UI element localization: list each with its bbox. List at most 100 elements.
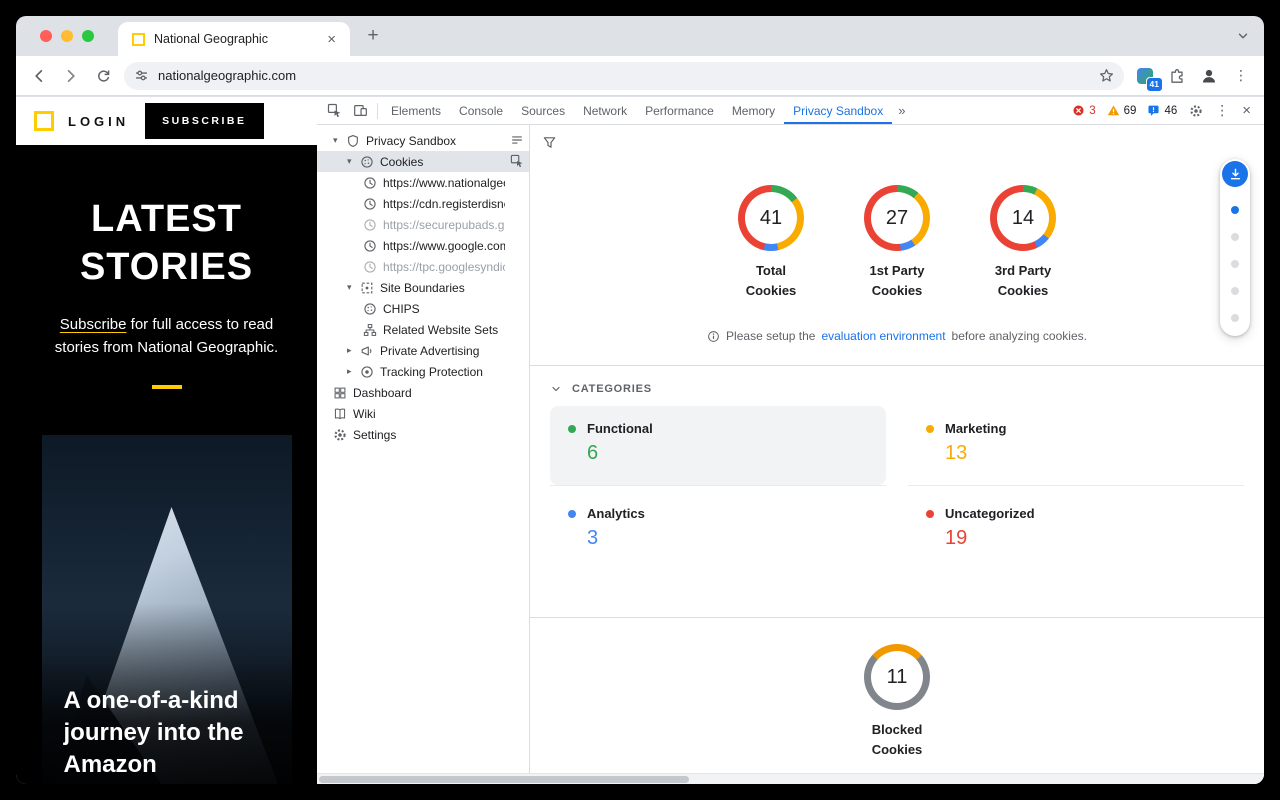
warning-icon (1107, 104, 1120, 117)
inspect-element-icon[interactable] (321, 98, 347, 124)
tree-item-url[interactable]: https://cdn.registerdisne (317, 193, 529, 214)
story-card-image[interactable]: A one-of-a-kind journey into the Amazon (42, 435, 292, 784)
scroll-dot[interactable] (1231, 314, 1239, 322)
toolbar-separator (377, 103, 378, 119)
tree-item-related-website-sets[interactable]: Related Website Sets (317, 319, 529, 340)
browser-menu-icon[interactable]: ⋮ (1226, 61, 1256, 91)
subscribe-link[interactable]: Subscribe (60, 316, 127, 333)
devtools-menu-icon[interactable]: ⋮ (1210, 102, 1234, 119)
tab-elements[interactable]: Elements (382, 97, 450, 124)
tab-close-icon[interactable]: × (321, 31, 342, 48)
issues-badge[interactable]: 46 (1142, 104, 1182, 117)
functional-bullet-icon (568, 425, 576, 433)
category-card-uncategorized[interactable]: Uncategorized 19 (908, 491, 1244, 570)
address-bar[interactable]: nationalgeographic.com (124, 62, 1124, 90)
scroll-dot[interactable] (1231, 233, 1239, 241)
blocked-cookies-chart: 11 Blocked Cookies (851, 644, 943, 760)
filter-funnel-icon[interactable] (542, 135, 557, 150)
evaluation-environment-link[interactable]: evaluation environment (821, 329, 945, 343)
tree-item-tracking-protection[interactable]: ▸ Tracking Protection (317, 361, 529, 382)
extensions-puzzle-icon[interactable] (1162, 61, 1192, 91)
tree-item-url[interactable]: https://www.google.com (317, 235, 529, 256)
donut-label: 3rd Party Cookies (995, 261, 1051, 301)
chevron-down-icon[interactable]: ▾ (347, 282, 360, 293)
category-card-analytics[interactable]: Analytics 3 (550, 491, 886, 570)
category-card-marketing[interactable]: Marketing 13 (908, 406, 1244, 485)
privacy-sandbox-extension-button[interactable]: 41 (1130, 61, 1160, 91)
category-cell: Analytics 3 (550, 491, 886, 571)
categories-section-header[interactable]: CATEGORIES (530, 366, 1264, 402)
tab-memory[interactable]: Memory (723, 97, 784, 124)
zoom-window-button[interactable] (82, 30, 94, 42)
donut-ring: 14 (990, 185, 1056, 251)
subscribe-button[interactable]: SUBSCRIBE (145, 103, 263, 139)
browser-tab[interactable]: National Geographic × (118, 22, 350, 56)
scroll-dot[interactable] (1231, 260, 1239, 268)
close-window-button[interactable] (40, 30, 52, 42)
third-party-cookies-chart: 14 3rd Party Cookies (977, 185, 1069, 301)
tab-privacy-sandbox[interactable]: Privacy Sandbox (784, 97, 892, 124)
clock-icon (363, 197, 377, 211)
tree-item-wiki[interactable]: Wiki (317, 403, 529, 424)
category-card-functional[interactable]: Functional 6 (550, 406, 886, 485)
tree-item-dashboard[interactable]: Dashboard (317, 382, 529, 403)
download-report-button[interactable] (1222, 161, 1248, 187)
tree-item-url[interactable]: https://securepubads.g (317, 214, 529, 235)
total-cookies-chart: 41 Total Cookies (725, 185, 817, 301)
error-badge[interactable]: 3 (1067, 104, 1100, 117)
browser-window: National Geographic × + nationalgeograph… (16, 16, 1264, 784)
chevron-down-icon[interactable]: ▾ (347, 156, 360, 167)
tree-item-settings[interactable]: Settings (317, 424, 529, 445)
tree-overflow-icon[interactable] (510, 133, 524, 147)
tab-network[interactable]: Network (574, 97, 636, 124)
url-text: nationalgeographic.com (158, 68, 1090, 83)
devtools-close-icon[interactable]: × (1235, 102, 1258, 119)
tab-sources[interactable]: Sources (512, 97, 574, 124)
chevron-right-icon[interactable]: ▸ (347, 345, 360, 356)
tree-item-chips[interactable]: CHIPS (317, 298, 529, 319)
profile-avatar[interactable] (1194, 61, 1224, 91)
scroll-dot[interactable] (1231, 287, 1239, 295)
forward-button[interactable] (56, 61, 86, 91)
warning-badge[interactable]: 69 (1102, 104, 1142, 117)
horizontal-scrollbar[interactable] (317, 773, 1264, 784)
tab-search-chevron-icon[interactable] (1236, 29, 1250, 43)
chevron-right-icon[interactable]: ▸ (347, 366, 360, 377)
tree-item-site-boundaries[interactable]: ▾ Site Boundaries (317, 277, 529, 298)
scroll-dot-active[interactable] (1231, 206, 1239, 214)
chevron-down-icon[interactable]: ▾ (333, 135, 346, 146)
donut-label: Blocked Cookies (872, 720, 923, 760)
hero-title-line2: STORIES (16, 243, 317, 291)
functional-count: 6 (587, 442, 868, 465)
tree-item-url[interactable]: https://www.nationalgeo (317, 172, 529, 193)
clock-icon (363, 239, 377, 253)
device-toolbar-icon[interactable] (347, 98, 373, 124)
tree-item-privacy-sandbox[interactable]: ▾ Privacy Sandbox (317, 130, 529, 151)
tree-item-private-advertising[interactable]: ▸ Private Advertising (317, 340, 529, 361)
natgeo-logo[interactable] (34, 111, 54, 131)
tree-item-url[interactable]: https://tpc.googlesyndic (317, 256, 529, 277)
devtools-tabbar: Elements Console Sources Network Perform… (317, 97, 1264, 125)
story-title[interactable]: A one-of-a-kind journey into the Amazon (64, 685, 244, 781)
categories-grid: Functional 6 Marketing 1 (530, 402, 1264, 571)
new-tab-button[interactable]: + (360, 24, 386, 50)
total-cookies-value: 41 (760, 207, 782, 230)
minimize-window-button[interactable] (61, 30, 73, 42)
devtools-body: ▾ Privacy Sandbox ▾ Cookies https://www.… (317, 125, 1264, 784)
inspect-icon[interactable] (510, 154, 524, 168)
more-tabs-button[interactable]: » (892, 103, 911, 118)
hero-section: LATEST STORIES Subscribe for full access… (16, 145, 317, 389)
window-controls (40, 30, 94, 42)
login-link[interactable]: LOGIN (68, 114, 129, 129)
tab-performance[interactable]: Performance (636, 97, 723, 124)
extension-badge: 41 (1146, 77, 1163, 92)
site-info-icon[interactable] (134, 68, 149, 83)
tree-item-cookies[interactable]: ▾ Cookies (317, 151, 529, 172)
scrollbar-handle[interactable] (319, 776, 689, 783)
devtools-settings-gear-icon[interactable] (1183, 98, 1209, 124)
bookmark-star-icon[interactable] (1099, 68, 1114, 83)
tab-console[interactable]: Console (450, 97, 512, 124)
cookies-report-panel: 41 Total Cookies 27 (530, 125, 1264, 784)
back-button[interactable] (24, 61, 54, 91)
reload-button[interactable] (88, 61, 118, 91)
